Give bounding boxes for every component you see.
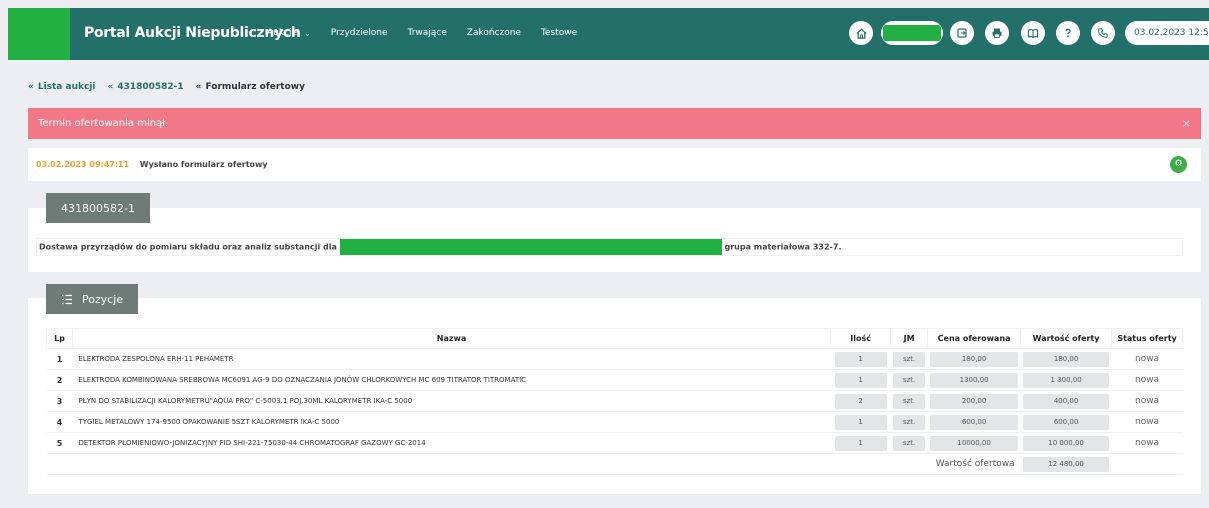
value-field: 180,00 bbox=[1023, 351, 1110, 367]
datetime-display: 03.02.2023 12:53:4 bbox=[1125, 21, 1209, 45]
breadcrumb: « Lista aukcji « 431800582-1 « Formularz… bbox=[28, 82, 305, 92]
value-field: 1 300,00 bbox=[1023, 372, 1110, 388]
breadcrumb-auction-list[interactable]: Lista aukcji bbox=[38, 82, 96, 92]
row-lp: 5 bbox=[46, 432, 73, 454]
row-status: nowa bbox=[1111, 411, 1183, 433]
price-field[interactable]: 10000,00 bbox=[930, 435, 1019, 451]
double-chevron-left-icon: « bbox=[28, 82, 34, 92]
col-header-name: Nazwa bbox=[71, 328, 832, 349]
home-icon[interactable] bbox=[849, 21, 873, 45]
row-status: nowa bbox=[1111, 369, 1183, 391]
row-name: ELEKTRODA KOMBINOWANA SREBROWA MC6091 AG… bbox=[72, 369, 831, 391]
nav-item-label: Aukcje bbox=[267, 28, 298, 38]
printer-icon[interactable] bbox=[985, 21, 1009, 45]
unit-field: szt. bbox=[893, 372, 926, 388]
unit-field: szt. bbox=[893, 435, 926, 451]
total-label: Wartość ofertowa bbox=[46, 453, 1021, 475]
qty-field: 1 bbox=[834, 414, 887, 430]
user-account-button[interactable] bbox=[881, 21, 943, 45]
table-row: 5 DETEKTOR PŁOMIENIOWO-JONIZACYJNY FID S… bbox=[46, 432, 1183, 454]
table-row: 2 ELEKTRODA KOMBINOWANA SREBROWA MC6091 … bbox=[46, 369, 1183, 391]
row-status: nowa bbox=[1111, 432, 1183, 454]
row-lp: 1 bbox=[46, 348, 73, 370]
status-text: Wysłano formularz ofertowy bbox=[139, 160, 268, 169]
auction-card: Dostawa przyrządów do pomiaru składu ora… bbox=[28, 208, 1201, 272]
col-header-unit: JM bbox=[890, 328, 929, 349]
total-value: 12 480,00 bbox=[1023, 456, 1110, 472]
price-field[interactable]: 200,00 bbox=[930, 393, 1019, 409]
positions-title: Pozycje bbox=[82, 292, 124, 306]
book-icon[interactable] bbox=[1021, 21, 1045, 45]
price-field[interactable]: 180,00 bbox=[930, 351, 1019, 367]
gear-icon[interactable]: ⚙ bbox=[1170, 156, 1187, 173]
row-lp: 2 bbox=[46, 369, 73, 391]
row-name: ELEKTRODA ZESPOLONA ERH-11 PEHAMETR bbox=[72, 348, 831, 370]
breadcrumb-current: Formularz ofertowy bbox=[205, 82, 305, 92]
table-row: 1 ELEKTRODA ZESPOLONA ERH-11 PEHAMETR 1 … bbox=[46, 348, 1183, 370]
value-field: 10 000,00 bbox=[1023, 435, 1110, 451]
auction-id: 431800582-1 bbox=[61, 201, 135, 215]
brand-logo[interactable] bbox=[8, 8, 70, 60]
chevron-down-icon: ⌄ bbox=[304, 28, 311, 38]
auction-description-start: Dostawa przyrządów do pomiaru składu ora… bbox=[39, 242, 337, 252]
positions-tab: Pozycje bbox=[46, 284, 139, 314]
col-header-value: Wartość oferty bbox=[1020, 328, 1113, 349]
double-chevron-left-icon: « bbox=[107, 82, 114, 92]
row-name: DETEKTOR PŁOMIENIOWO-JONIZACYJNY FID SHI… bbox=[72, 432, 831, 454]
deadline-alert: Termin ofertowania minął. × bbox=[28, 108, 1201, 139]
nav-item-trwajace[interactable]: Trwające bbox=[408, 28, 447, 38]
status-timestamp: 03.02.2023 09:47:11 bbox=[36, 160, 130, 169]
table-row: 3 PŁYN DO STABILIZACJI KALORYMETRU"AQUA … bbox=[46, 390, 1183, 412]
col-header-price: Cena oferowana bbox=[927, 328, 1022, 349]
unit-field: szt. bbox=[893, 393, 926, 409]
table-row: 4 TYGIEL METALOWY 174-9500 OPAKOWANIE 5S… bbox=[46, 411, 1183, 433]
nav-item-zakonczone[interactable]: Zakończone bbox=[467, 28, 521, 38]
unit-field: szt. bbox=[893, 414, 926, 430]
price-field[interactable]: 1300,00 bbox=[930, 372, 1019, 388]
qty-field: 2 bbox=[834, 393, 887, 409]
alert-text: Termin ofertowania minął. bbox=[38, 118, 169, 129]
main-nav: Aukcje ⌄ Przydzielone Trwające Zakończon… bbox=[267, 28, 597, 38]
close-icon[interactable]: × bbox=[1182, 108, 1191, 139]
value-field: 600,00 bbox=[1023, 414, 1110, 430]
submission-status: 03.02.2023 09:47:11 Wysłano formularz of… bbox=[28, 148, 1201, 181]
value-field: 400,00 bbox=[1023, 393, 1110, 409]
breadcrumb-auction-id[interactable]: 431800582-1 bbox=[117, 82, 183, 92]
qty-field: 1 bbox=[834, 372, 887, 388]
col-header-status: Status oferty bbox=[1111, 328, 1183, 349]
logout-icon[interactable] bbox=[950, 21, 974, 45]
price-field[interactable]: 600,00 bbox=[930, 414, 1019, 430]
help-icon[interactable] bbox=[1056, 21, 1080, 45]
row-status: nowa bbox=[1111, 348, 1183, 370]
nav-item-aukcje[interactable]: Aukcje ⌄ bbox=[267, 28, 311, 38]
phone-icon[interactable] bbox=[1091, 21, 1115, 45]
total-empty-cell bbox=[1111, 453, 1183, 475]
nav-item-przydzielone[interactable]: Przydzielone bbox=[331, 28, 388, 38]
row-name: PŁYN DO STABILIZACJI KALORYMETRU"AQUA PR… bbox=[72, 390, 831, 412]
unit-field: szt. bbox=[893, 351, 926, 367]
nav-item-testowe[interactable]: Testowe bbox=[541, 28, 577, 38]
top-bar: Portal Aukcji Niepublicznych Aukcje ⌄ Pr… bbox=[8, 8, 1209, 60]
redacted-client-name bbox=[339, 239, 722, 255]
qty-field: 1 bbox=[834, 351, 887, 367]
positions-table: Lp Nazwa Ilość JM Cena oferowana Wartość… bbox=[46, 328, 1183, 475]
auction-description: Dostawa przyrządów do pomiaru składu ora… bbox=[36, 238, 1183, 256]
col-header-qty: Ilość bbox=[830, 328, 892, 349]
list-icon bbox=[61, 294, 73, 305]
double-chevron-left-icon: « bbox=[195, 82, 202, 92]
auction-id-tab: 431800582-1 bbox=[46, 193, 150, 223]
col-header-lp: Lp bbox=[46, 328, 73, 349]
auction-description-end: grupa materiałowa 332-7. bbox=[724, 242, 842, 252]
row-name: TYGIEL METALOWY 174-9500 OPAKOWANIE 5SZT… bbox=[72, 411, 831, 433]
row-status: nowa bbox=[1111, 390, 1183, 412]
row-lp: 3 bbox=[46, 390, 73, 412]
qty-field: 1 bbox=[834, 435, 887, 451]
table-header: Lp Nazwa Ilość JM Cena oferowana Wartość… bbox=[46, 328, 1183, 349]
total-row: Wartość ofertowa 12 480,00 bbox=[46, 453, 1183, 475]
row-lp: 4 bbox=[46, 411, 73, 433]
